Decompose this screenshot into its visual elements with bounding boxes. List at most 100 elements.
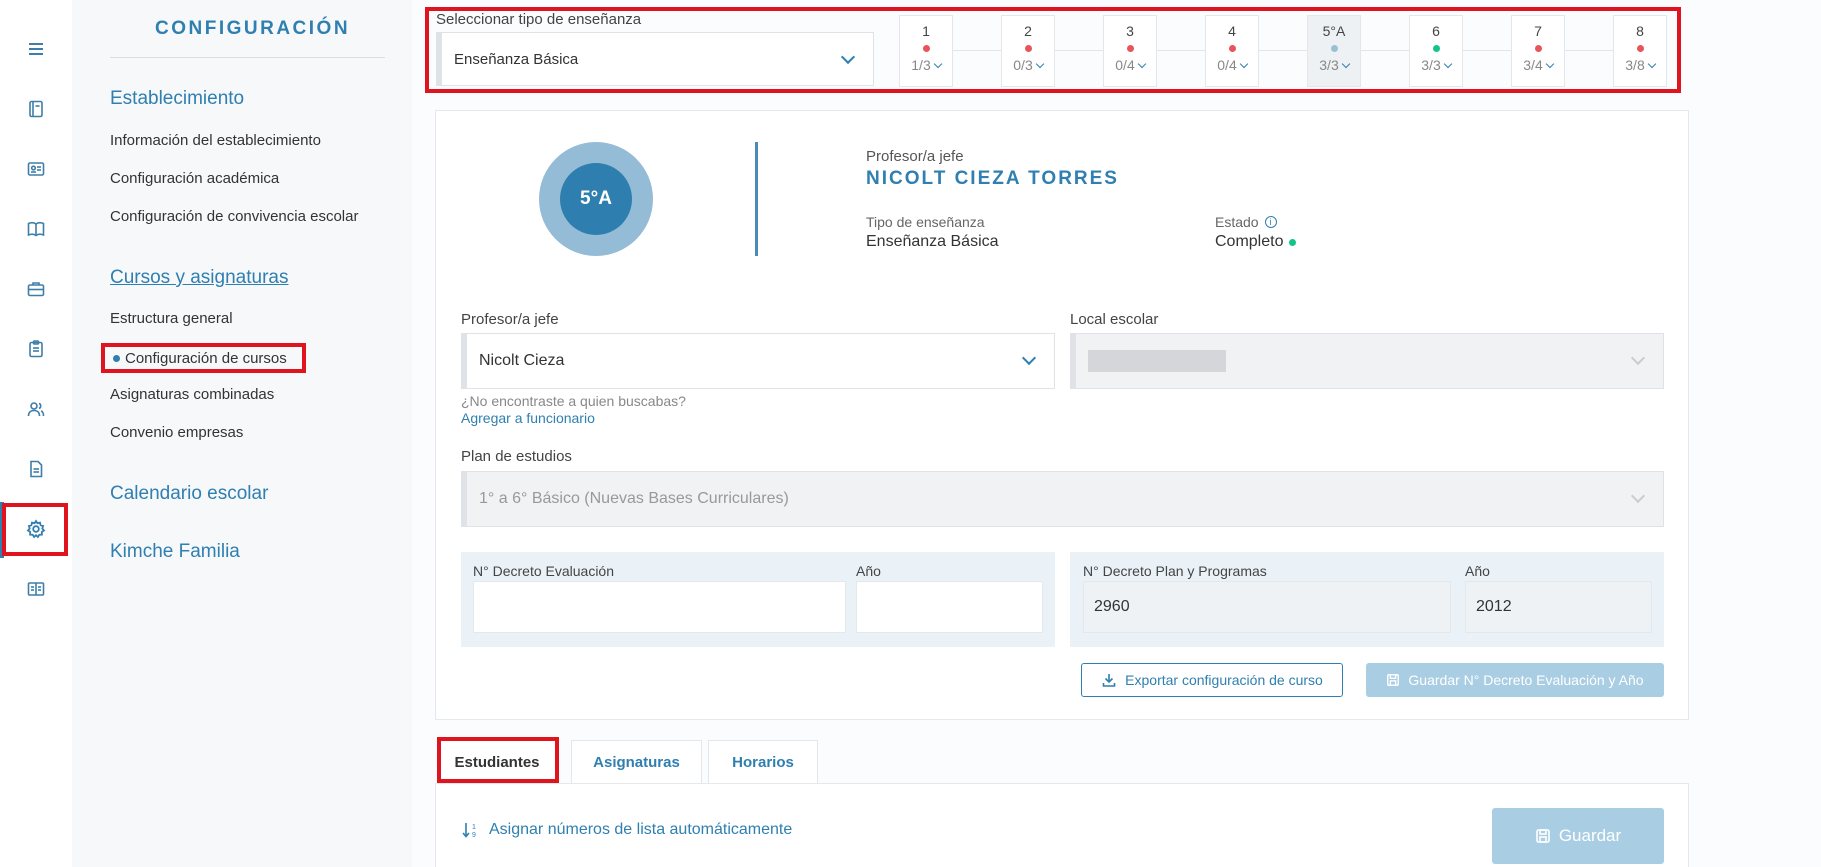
tipo-ensenanza-select[interactable]: Enseñanza Básica — [436, 32, 874, 86]
export-config-button[interactable]: Exportar configuración de curso — [1081, 663, 1343, 697]
briefcase-icon[interactable] — [14, 267, 58, 311]
gear-icon[interactable] — [14, 507, 58, 551]
profesor-jefe-label: Profesor/a jefe — [866, 148, 964, 165]
sidebar-link-configuracion-cursos[interactable]: Configuración de cursos — [101, 343, 306, 373]
plan-estudios-select[interactable]: 1° a 6° Básico (Nuevas Bases Curriculare… — [461, 471, 1664, 527]
grade-count: 3/3 — [1308, 57, 1360, 73]
grade-name: 8 — [1636, 23, 1644, 39]
auto-list-numbers-label: Asignar números de lista automáticamente — [489, 821, 793, 838]
estado-label: Estado i — [1215, 214, 1277, 230]
document-icon[interactable] — [14, 447, 58, 491]
book-open-icon[interactable] — [14, 207, 58, 251]
notebook-icon[interactable] — [14, 87, 58, 131]
sort-numbers-icon: 19 — [462, 823, 476, 839]
sidebar-section-cursos[interactable]: Cursos y asignaturas — [110, 267, 288, 289]
info-icon[interactable]: i — [1264, 216, 1277, 228]
decreto-plan-input[interactable]: 2960 — [1083, 581, 1451, 633]
grade-tab[interactable]: 3 0/4 — [1103, 15, 1157, 87]
sidebar-link-convenio[interactable]: Convenio empresas — [110, 424, 243, 441]
sidebar-section-calendario[interactable]: Calendario escolar — [110, 483, 268, 505]
chevron-down-icon — [1630, 350, 1646, 366]
active-dot — [113, 354, 120, 362]
divider — [110, 57, 385, 58]
tab-estudiantes-label: Estudiantes — [454, 754, 540, 771]
grade-name: 1 — [922, 23, 930, 39]
sidebar-link-label: Configuración de cursos — [125, 349, 287, 367]
estado-value: Completo — [1215, 233, 1297, 251]
plan-estudios-label: Plan de estudios — [461, 448, 572, 465]
sidebar-link-convivencia[interactable]: Configuración de convivencia escolar — [110, 208, 358, 225]
status-dot — [1289, 238, 1297, 246]
grade-tab[interactable]: 6 3/3 — [1409, 15, 1463, 87]
sidebar-section-familia[interactable]: Kimche Familia — [110, 541, 240, 563]
redacted-value — [1088, 350, 1226, 372]
grade-tab[interactable]: 8 3/8 — [1613, 15, 1667, 87]
save-button[interactable]: Guardar — [1492, 808, 1664, 864]
export-config-label: Exportar configuración de curso — [1125, 672, 1323, 688]
grade-name: 2 — [1024, 23, 1032, 39]
decreto-evaluacion-input[interactable] — [473, 581, 846, 633]
tipo-ensenanza-info-value: Enseñanza Básica — [866, 233, 999, 250]
course-badge: 5°A — [560, 163, 632, 235]
grade-name: 6 — [1432, 23, 1440, 39]
icon-rail — [0, 0, 72, 867]
agregar-funcionario-link[interactable]: Agregar a funcionario — [461, 410, 595, 426]
sidebar-link-academica[interactable]: Configuración académica — [110, 170, 279, 187]
local-escolar-select[interactable] — [1070, 333, 1664, 389]
tipo-ensenanza-info-label: Tipo de enseñanza — [866, 214, 985, 230]
estado-label-text: Estado — [1215, 214, 1259, 230]
tab-horarios[interactable]: Horarios — [708, 740, 818, 784]
save-decreto-button[interactable]: Guardar N° Decreto Evaluación y Año — [1366, 663, 1664, 697]
status-dot — [1024, 45, 1032, 52]
anio-plan-label: Año — [1465, 563, 1490, 579]
status-dot — [1636, 45, 1644, 52]
sidebar-link-asignaturas-combinadas[interactable]: Asignaturas combinadas — [110, 386, 274, 403]
sidebar-link-estructura[interactable]: Estructura general — [110, 310, 233, 327]
chevron-down-icon — [1630, 488, 1646, 504]
clipboard-icon[interactable] — [14, 327, 58, 371]
users-icon[interactable] — [14, 387, 58, 431]
chevron-down-icon — [1021, 350, 1037, 366]
grade-connector — [1259, 50, 1307, 51]
id-card-icon[interactable] — [14, 147, 58, 191]
grade-name: 3 — [1126, 23, 1134, 39]
active-indicator — [0, 502, 4, 558]
tab-estudiantes[interactable]: Estudiantes — [437, 740, 557, 784]
save-decreto-label: Guardar N° Decreto Evaluación y Año — [1408, 672, 1644, 688]
grade-tab[interactable]: 1 1/3 — [899, 15, 953, 87]
grade-tab[interactable]: 5°A 3/3 — [1307, 15, 1361, 87]
grade-connector — [1565, 50, 1613, 51]
grade-count: 0/3 — [1002, 57, 1054, 73]
not-found-hint: ¿No encontraste a quien buscabas? — [461, 393, 686, 409]
chevron-down-icon — [840, 49, 856, 65]
book-icon[interactable] — [14, 567, 58, 611]
anio-plan-input[interactable]: 2012 — [1465, 581, 1652, 633]
grade-connector — [1361, 50, 1409, 51]
profesor-select[interactable]: Nicolt Cieza — [461, 333, 1055, 389]
auto-list-numbers-link[interactable]: 19 Asignar números de lista automáticame… — [461, 820, 792, 840]
profesor-select-value: Nicolt Cieza — [479, 352, 565, 369]
svg-text:9: 9 — [472, 832, 476, 839]
sidebar-link-informacion[interactable]: Información del establecimiento — [110, 132, 321, 149]
grade-tab[interactable]: 4 0/4 — [1205, 15, 1259, 87]
grade-tab[interactable]: 2 0/3 — [1001, 15, 1055, 87]
anio-evaluacion-input[interactable] — [856, 581, 1043, 633]
grade-name: 7 — [1534, 23, 1542, 39]
local-escolar-label: Local escolar — [1070, 311, 1159, 328]
tab-asignaturas-label: Asignaturas — [593, 754, 680, 771]
status-dot — [1534, 45, 1542, 52]
save-button-label: Guardar — [1558, 826, 1622, 845]
save-icon — [1536, 829, 1550, 843]
decreto-evaluacion-label: N° Decreto Evaluación — [473, 563, 614, 579]
status-dot — [1126, 45, 1134, 52]
grade-connector — [1157, 50, 1205, 51]
status-dot — [1432, 45, 1440, 52]
tab-asignaturas[interactable]: Asignaturas — [571, 740, 702, 784]
grade-count: 3/3 — [1410, 57, 1462, 73]
grade-count: 3/4 — [1512, 57, 1564, 73]
status-dot — [922, 45, 930, 52]
menu-icon[interactable] — [14, 27, 58, 71]
grade-tab[interactable]: 7 3/4 — [1511, 15, 1565, 87]
sidebar-section-establecimiento[interactable]: Establecimiento — [110, 88, 244, 110]
tipo-ensenanza-label: Seleccionar tipo de enseñanza — [436, 11, 642, 28]
